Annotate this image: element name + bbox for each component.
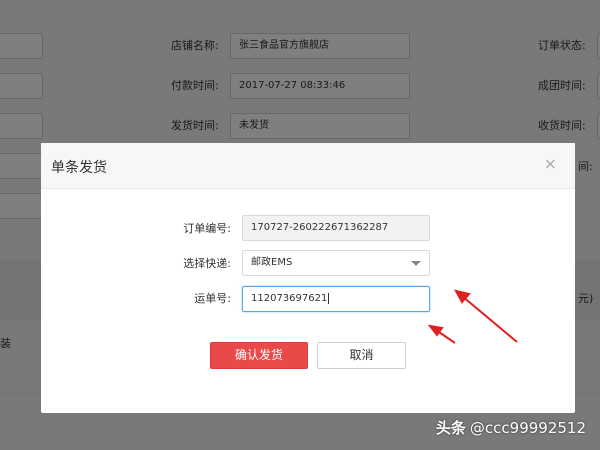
ship-order-dialog: 单条发货 × 订单编号: 170727-260222671362287 选择快递… (41, 143, 575, 413)
dialog-header: 单条发货 × (41, 143, 575, 189)
toutiao-logo-icon: 头条 (435, 419, 466, 437)
courier-label: 选择快递: (183, 257, 231, 270)
tracking-number-value: 112073697621 (251, 293, 328, 304)
cancel-button[interactable]: 取消 (317, 342, 406, 369)
courier-select[interactable]: 邮政EMS (242, 250, 430, 276)
order-number-label: 订单编号: (183, 222, 231, 235)
order-number-field: 170727-260222671362287 (242, 215, 430, 241)
text-caret (328, 292, 330, 304)
confirm-ship-button[interactable]: 确认发货 (210, 342, 308, 369)
tracking-number-label: 运单号: (194, 292, 231, 305)
watermark-text: @ccc99992512 (469, 419, 586, 437)
courier-selected-value: 邮政EMS (251, 257, 293, 268)
tracking-number-input[interactable]: 112073697621 (242, 286, 430, 312)
watermark: 头条 @ccc99992512 (436, 417, 586, 438)
close-icon[interactable]: × (544, 155, 557, 173)
dialog-title: 单条发货 (51, 160, 107, 176)
chevron-down-icon (411, 261, 421, 266)
